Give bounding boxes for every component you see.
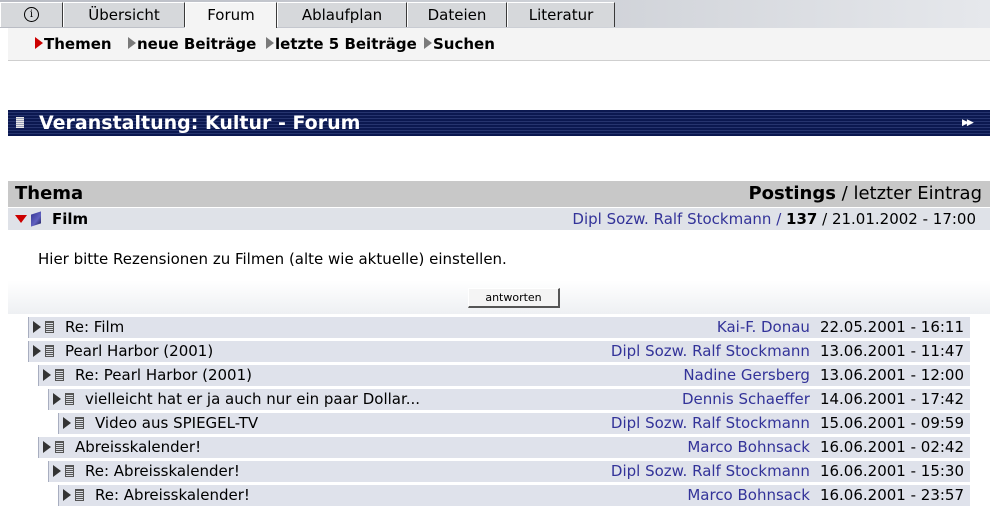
triangle-right-icon[interactable] bbox=[53, 465, 61, 477]
page-title-bar: Veranstaltung: Kultur - Forum ▶▶ bbox=[8, 110, 990, 136]
subnav-themen[interactable]: Themen bbox=[35, 35, 112, 53]
subnav-themen-label: Themen bbox=[44, 35, 112, 53]
reply-meta: Kai-F. Donau 22.05.2001 - 16:11 bbox=[717, 318, 964, 337]
subnav-letzte-beitraege-label: letzte 5 Beiträge bbox=[275, 35, 417, 53]
reply-meta: Dipl Sozw. Ralf Stockmann 16.06.2001 - 15… bbox=[611, 462, 964, 481]
triangle-right-icon[interactable] bbox=[43, 369, 51, 381]
triangle-right-icon bbox=[266, 37, 274, 49]
triangle-right-icon[interactable] bbox=[33, 345, 41, 357]
document-icon bbox=[45, 321, 54, 333]
topic-title[interactable]: Film bbox=[52, 210, 88, 228]
postings-label: Postings bbox=[748, 183, 836, 204]
reply-date: 15.06.2001 - 09:59 bbox=[819, 414, 964, 432]
topic-last-entry: 21.01.2002 - 17:00 bbox=[831, 210, 976, 228]
triangle-right-icon bbox=[424, 37, 432, 49]
page-title: Veranstaltung: Kultur - Forum bbox=[39, 112, 361, 134]
reply-date: 14.06.2001 - 17:42 bbox=[819, 390, 964, 408]
column-header-thema: Thema bbox=[15, 183, 84, 204]
triangle-down-icon[interactable] bbox=[15, 215, 27, 223]
topic-meta-separator: / bbox=[771, 210, 787, 228]
tab-ablaufplan[interactable]: Ablaufplan bbox=[277, 2, 407, 27]
reply-date: 16.06.2001 - 15:30 bbox=[819, 462, 964, 480]
reply-author-link[interactable]: Dipl Sozw. Ralf Stockmann bbox=[611, 342, 810, 360]
tab-forum[interactable]: Forum bbox=[185, 2, 277, 28]
sub-navigation: Themen neue Beiträge letzte 5 Beiträge S… bbox=[8, 28, 990, 61]
forum-column-header: Thema Postings / letzter Eintrag bbox=[8, 181, 990, 207]
reply-title[interactable]: vielleicht hat er ja auch nur ein paar D… bbox=[85, 390, 420, 409]
reply-meta: Dennis Schaeffer 14.06.2001 - 17:42 bbox=[682, 390, 964, 409]
reply-date: 16.06.2001 - 23:57 bbox=[819, 486, 964, 504]
reply-date: 16.06.2001 - 02:42 bbox=[819, 438, 964, 456]
reply-author-link[interactable]: Nadine Gersberg bbox=[683, 366, 810, 384]
reply-button[interactable]: antworten bbox=[468, 288, 560, 308]
topic-postings-count: 137 bbox=[786, 210, 818, 228]
triangle-right-icon[interactable] bbox=[33, 321, 41, 333]
subnav-neue-beitraege[interactable]: neue Beiträge bbox=[128, 35, 256, 53]
reply-meta: Nadine Gersberg 13.06.2001 - 12:00 bbox=[683, 366, 964, 385]
topic-date-separator: / bbox=[817, 210, 832, 228]
document-icon bbox=[65, 393, 74, 405]
document-icon bbox=[65, 465, 74, 477]
document-icon bbox=[75, 417, 84, 429]
reply-author-link[interactable]: Dipl Sozw. Ralf Stockmann bbox=[611, 462, 810, 480]
triangle-right-icon[interactable] bbox=[63, 417, 71, 429]
reply-date: 13.06.2001 - 12:00 bbox=[819, 366, 964, 384]
tab-uebersicht[interactable]: Übersicht bbox=[63, 2, 185, 27]
triangle-right-icon[interactable] bbox=[43, 441, 51, 453]
tab-strip: i Übersicht Forum Ablaufplan Dateien Lit… bbox=[0, 0, 990, 28]
reply-meta: Marco Bohnsack 16.06.2001 - 23:57 bbox=[687, 486, 964, 505]
topic-row[interactable]: Film Dipl Sozw. Ralf Stockmann / 137 / 2… bbox=[8, 208, 990, 231]
fast-forward-icon[interactable]: ▶▶ bbox=[962, 117, 980, 129]
subnav-letzte-beitraege[interactable]: letzte 5 Beiträge bbox=[266, 35, 417, 53]
reply-row[interactable]: vielleicht hat er ja auch nur ein paar D… bbox=[48, 389, 970, 410]
topic-description: Hier bitte Rezensionen zu Filmen (alte w… bbox=[38, 250, 507, 268]
folder-icon bbox=[31, 211, 41, 227]
letzter-eintrag-label: letzter Eintrag bbox=[853, 183, 982, 204]
reply-author-link[interactable]: Dennis Schaeffer bbox=[682, 390, 810, 408]
reply-date: 13.06.2001 - 11:47 bbox=[819, 342, 964, 360]
reply-title[interactable]: Re: Abreisskalender! bbox=[95, 486, 250, 505]
column-header-postings: Postings / letzter Eintrag bbox=[748, 183, 982, 205]
reply-title[interactable]: Video aus SPIEGEL-TV bbox=[95, 414, 258, 433]
reply-author-link[interactable]: Dipl Sozw. Ralf Stockmann bbox=[611, 414, 810, 432]
reply-title[interactable]: Re: Pearl Harbor (2001) bbox=[75, 366, 252, 385]
reply-title[interactable]: Re: Abreisskalender! bbox=[85, 462, 240, 481]
header-separator: / bbox=[835, 183, 854, 204]
info-icon: i bbox=[24, 7, 39, 22]
tab-literatur[interactable]: Literatur bbox=[507, 2, 615, 27]
document-icon bbox=[16, 117, 24, 128]
reply-row[interactable]: Re: Film Kai-F. Donau 22.05.2001 - 16:11 bbox=[28, 317, 970, 338]
topic-body: Hier bitte Rezensionen zu Filmen (alte w… bbox=[8, 230, 990, 314]
topic-author-link[interactable]: Dipl Sozw. Ralf Stockmann bbox=[572, 210, 771, 228]
topic-meta: Dipl Sozw. Ralf Stockmann / 137 / 21.01.… bbox=[572, 210, 976, 228]
subnav-suchen-label: Suchen bbox=[433, 35, 495, 53]
triangle-right-icon bbox=[35, 37, 43, 49]
document-icon bbox=[55, 441, 64, 453]
reply-title[interactable]: Abreisskalender! bbox=[75, 438, 201, 457]
triangle-right-icon bbox=[128, 37, 136, 49]
tab-info[interactable]: i bbox=[0, 2, 63, 27]
reply-meta: Marco Bohnsack 16.06.2001 - 02:42 bbox=[687, 438, 964, 457]
document-icon bbox=[55, 369, 64, 381]
subnav-suchen[interactable]: Suchen bbox=[424, 35, 495, 53]
triangle-right-icon[interactable] bbox=[53, 393, 61, 405]
reply-row[interactable]: Re: Pearl Harbor (2001) Nadine Gersberg 13… bbox=[38, 365, 970, 386]
reply-row[interactable]: Pearl Harbor (2001) Dipl Sozw. Ralf Stock… bbox=[28, 341, 970, 362]
reply-row[interactable]: Video aus SPIEGEL-TV Dipl Sozw. Ralf Stoc… bbox=[58, 413, 970, 434]
reply-author-link[interactable]: Kai-F. Donau bbox=[717, 318, 810, 336]
reply-title[interactable]: Re: Film bbox=[65, 318, 124, 337]
reply-meta: Dipl Sozw. Ralf Stockmann 15.06.2001 - 09… bbox=[611, 414, 964, 433]
reply-author-link[interactable]: Marco Bohnsack bbox=[687, 438, 810, 456]
reply-meta: Dipl Sozw. Ralf Stockmann 13.06.2001 - 11… bbox=[611, 342, 964, 361]
reply-date: 22.05.2001 - 16:11 bbox=[819, 318, 964, 336]
reply-row[interactable]: Re: Abreisskalender! Dipl Sozw. Ralf Stoc… bbox=[48, 461, 970, 482]
subnav-neue-beitraege-label: neue Beiträge bbox=[137, 35, 257, 53]
reply-author-link[interactable]: Marco Bohnsack bbox=[687, 486, 810, 504]
reply-row[interactable]: Re: Abreisskalender! Marco Bohnsack 16.06.… bbox=[58, 485, 970, 506]
reply-title[interactable]: Pearl Harbor (2001) bbox=[65, 342, 213, 361]
reply-row[interactable]: Abreisskalender! Marco Bohnsack 16.06.2001… bbox=[38, 437, 970, 458]
tab-dateien[interactable]: Dateien bbox=[407, 2, 507, 27]
document-icon bbox=[45, 345, 54, 357]
